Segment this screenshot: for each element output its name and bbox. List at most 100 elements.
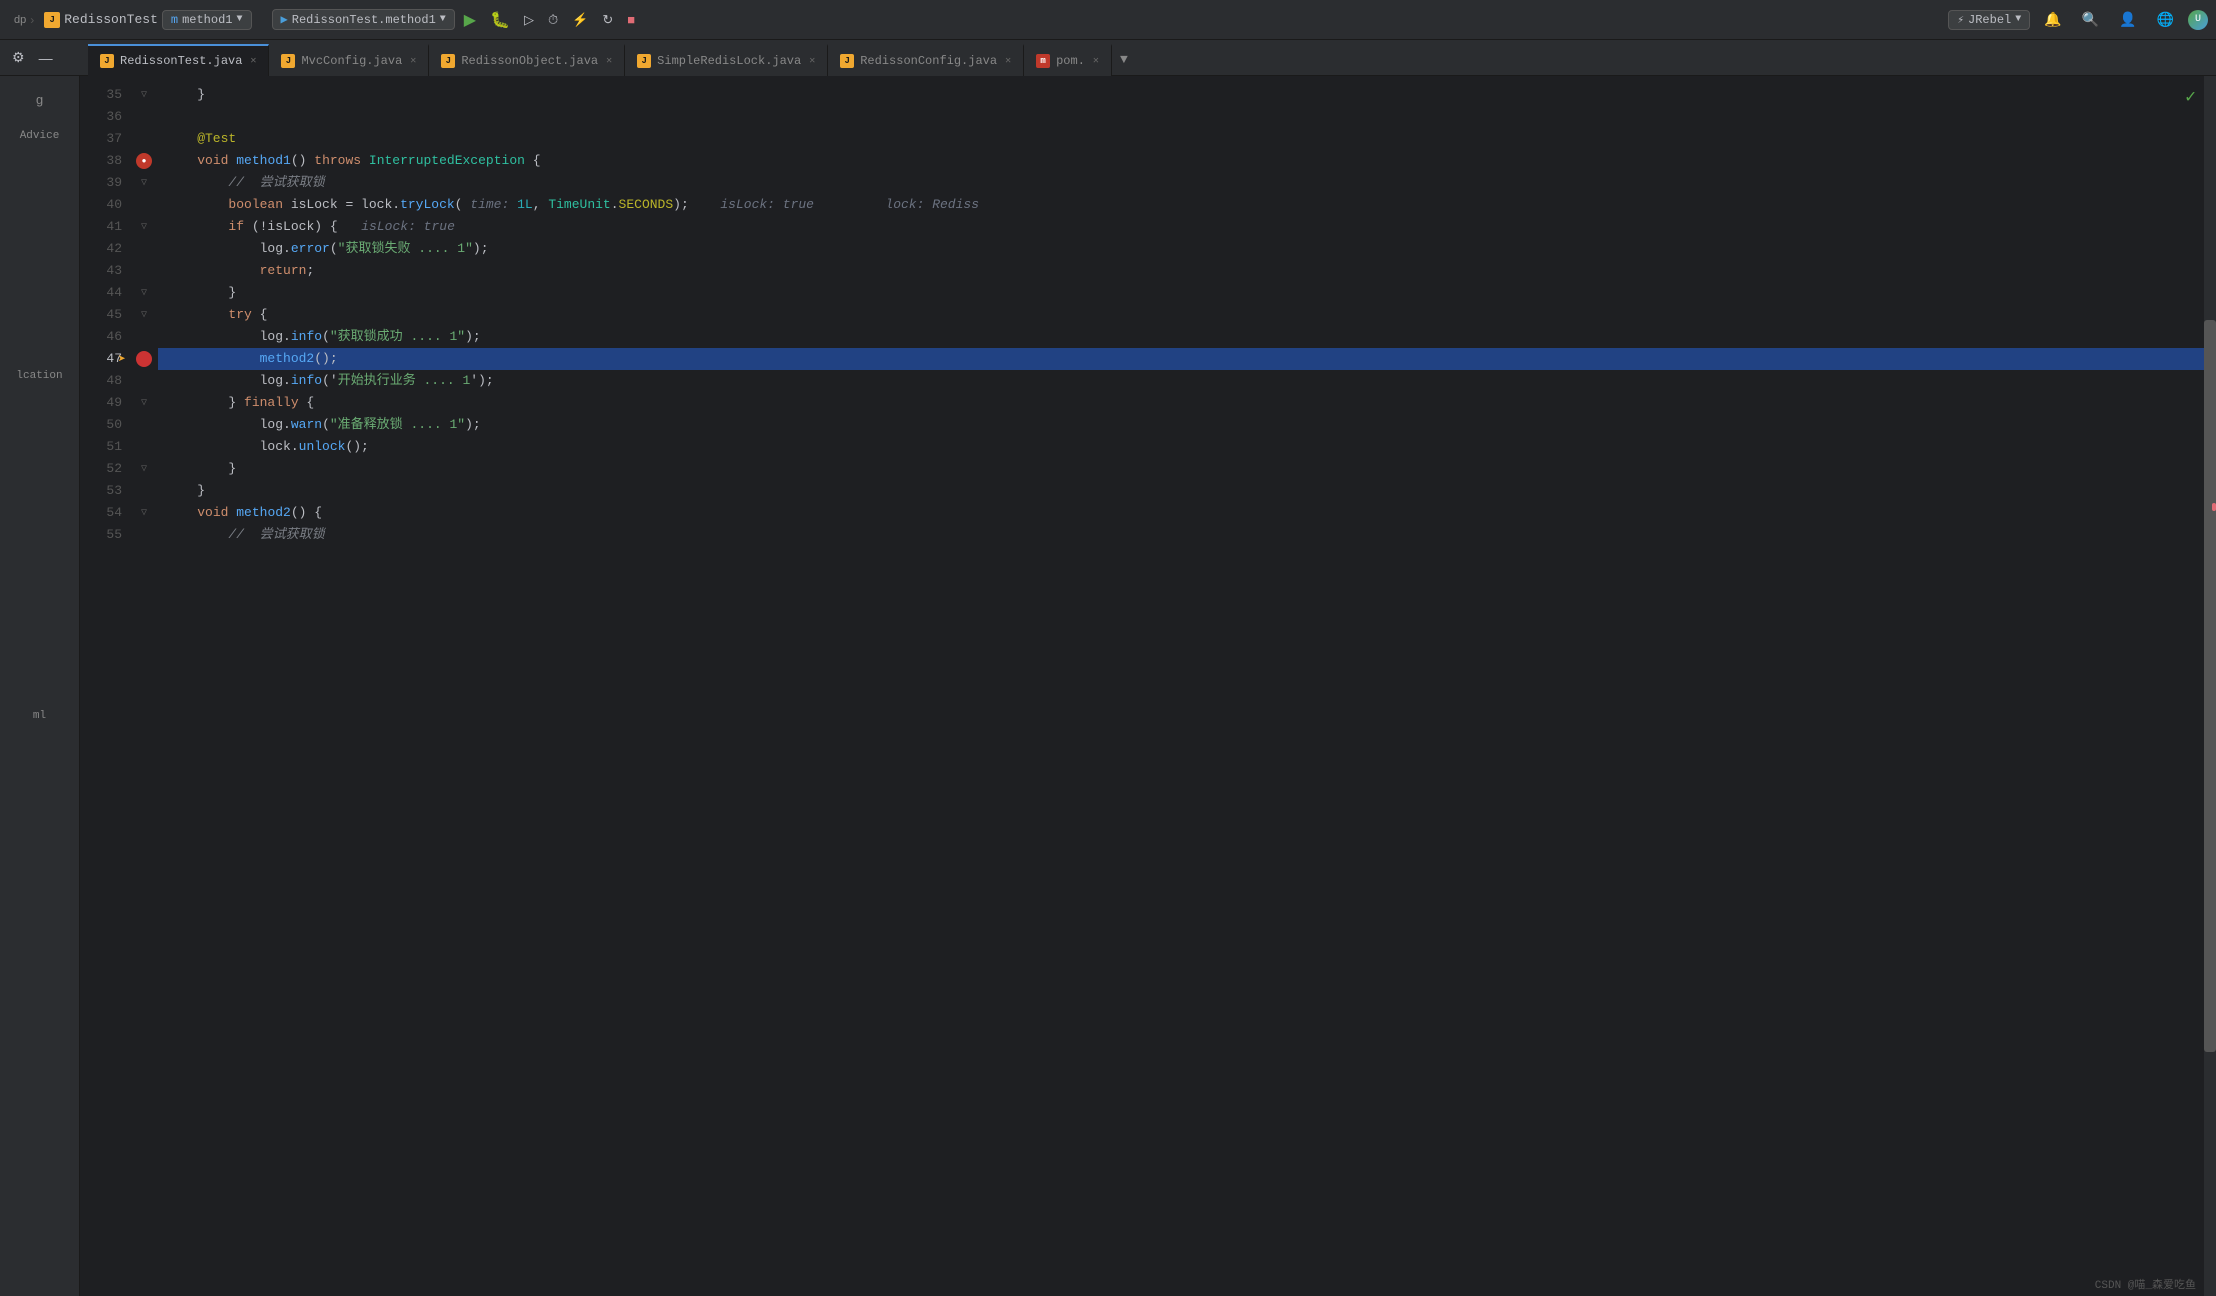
tab2-close-icon[interactable]: ✕ [410, 55, 416, 67]
gutter-40 [130, 194, 158, 216]
editor-area: 35 36 37 38 39 40 41 42 43 44 45 46 47 4… [80, 76, 2216, 1296]
code-line-55[interactable]: // 尝试获取锁 [158, 524, 2204, 546]
code-line-47[interactable]: method2 (); [158, 348, 2204, 370]
code-38-brace: { [525, 150, 541, 172]
sidebar-ml[interactable]: ml [10, 700, 70, 732]
code-47-parens: (); [314, 348, 337, 370]
fold-52[interactable]: ▽ [141, 463, 147, 475]
right-scrollbar[interactable] [2204, 76, 2216, 1296]
code-42-indent [166, 238, 260, 260]
translate-button[interactable]: 🌐 [2151, 8, 2180, 31]
debug-button[interactable]: 🐛 [485, 7, 515, 33]
tab-simpleredislock[interactable]: J SimpleRedisLock.java ✕ [625, 44, 828, 76]
sidebar-label4: ml [33, 710, 46, 722]
dropdown-arrow-icon: ▼ [237, 14, 243, 25]
gutter-49: ▽ [130, 392, 158, 414]
settings-button[interactable]: ⚙ [8, 47, 29, 68]
sidebar-advice[interactable]: Advice [10, 120, 70, 152]
run-button[interactable]: ▶ [459, 7, 481, 33]
code-40-1l: 1L [517, 194, 533, 216]
tab6-close-icon[interactable]: ✕ [1093, 55, 1099, 67]
stop-button[interactable]: ■ [622, 9, 640, 30]
fold-35[interactable]: ▽ [141, 89, 147, 101]
code-line-46[interactable]: log. info ( "获取锁成功 .... 1" ); [158, 326, 2204, 348]
code-line-44[interactable]: } [158, 282, 2204, 304]
code-line-50[interactable]: log. warn ( "准备释放锁 .... 1" ); [158, 414, 2204, 436]
java-icon-tab1: J [100, 54, 114, 68]
sidebar-label1: g [36, 93, 44, 108]
code-line-40[interactable]: boolean isLock = lock. tryLock ( time: 1… [158, 194, 2204, 216]
jrebel-icon: ⚡ [1957, 13, 1964, 27]
run-config-selector[interactable]: ▶ RedissonTest.method1 ▼ [272, 9, 455, 30]
notifications-button[interactable]: 🔔 [2038, 8, 2067, 31]
gutter: ▽ ● ▽ ▽ [130, 76, 158, 1296]
line-num-43: 43 [80, 260, 130, 282]
search-toolbar-button[interactable]: 🔍 [2076, 8, 2105, 31]
tab3-label: RedissonObject.java [461, 54, 598, 68]
tab5-close-icon[interactable]: ✕ [1005, 55, 1011, 67]
fold-54[interactable]: ▽ [141, 507, 147, 519]
code-line-41[interactable]: if (!isLock) { isLock: true [158, 216, 2204, 238]
code-53-content: } [166, 480, 205, 502]
code-46-indent [166, 326, 260, 348]
profile-icon-button[interactable]: 👤 [2113, 8, 2142, 31]
gutter-38[interactable]: ● [130, 150, 158, 172]
tabs-overflow-button[interactable]: ▼ [1112, 44, 1136, 76]
code-line-36[interactable] [158, 106, 2204, 128]
minimize-button[interactable]: — [35, 48, 57, 68]
fold-44[interactable]: ▽ [141, 287, 147, 299]
gutter-47[interactable]: ➤ [130, 348, 158, 370]
code-line-43[interactable]: return ; [158, 260, 2204, 282]
sidebar-location[interactable]: lcation [10, 360, 70, 392]
code-line-49[interactable]: } finally { [158, 392, 2204, 414]
fold-49[interactable]: ▽ [141, 397, 147, 409]
fold-39[interactable]: ▽ [141, 177, 147, 189]
sync-button[interactable]: ↻ [597, 9, 618, 31]
tab-redissonobject[interactable]: J RedissonObject.java ✕ [429, 44, 625, 76]
tab2-label: MvcConfig.java [301, 54, 402, 68]
tab1-close-icon[interactable]: ✕ [250, 55, 256, 67]
code-51-indent [166, 436, 260, 458]
run-config-label: RedissonTest.method1 [292, 13, 436, 27]
code-line-35[interactable]: } [158, 84, 2204, 106]
code-line-38[interactable]: void method1 () throws InterruptedExcept… [158, 150, 2204, 172]
run-with-coverage-button[interactable]: ▷ [519, 9, 539, 31]
breakpoint-47[interactable]: ➤ [136, 351, 152, 367]
code-line-48[interactable]: log. info ( ' 开始执行业务 .... 1 ' ); [158, 370, 2204, 392]
line-num-45: 45 [80, 304, 130, 326]
code-42-str: "获取锁失败 .... 1" [338, 238, 473, 260]
tab4-close-icon[interactable]: ✕ [809, 55, 815, 67]
code-line-53[interactable]: } [158, 480, 2204, 502]
code-line-52[interactable]: } [158, 458, 2204, 480]
code-36-content [166, 106, 174, 128]
top-toolbar: dp › J RedissonTest m method1 ▼ ▶ Rediss… [0, 0, 2216, 40]
line-num-38: 38 [80, 150, 130, 172]
tab-redissontest[interactable]: J RedissonTest.java ✕ [88, 44, 269, 76]
code-line-42[interactable]: log. error ( "获取锁失败 .... 1" ); [158, 238, 2204, 260]
line-num-42: 42 [80, 238, 130, 260]
code-48-log: log. [260, 370, 291, 392]
line-num-36: 36 [80, 106, 130, 128]
tab-pom[interactable]: m pom. ✕ [1024, 44, 1112, 76]
back-button[interactable]: dp › [8, 10, 40, 30]
tab-mvcconfig[interactable]: J MvcConfig.java ✕ [269, 44, 429, 76]
fold-41[interactable]: ▽ [141, 221, 147, 233]
breakpoint-38[interactable]: ● [136, 153, 152, 169]
profile-button[interactable]: ⏱ [543, 9, 563, 31]
fold-45[interactable]: ▽ [141, 309, 147, 321]
line-num-54: 54 [80, 502, 130, 524]
sidebar-g-label: g [10, 84, 70, 116]
build-button[interactable]: ⚡ [567, 9, 593, 31]
code-line-51[interactable]: lock. unlock (); [158, 436, 2204, 458]
code-50-log: log. [260, 414, 291, 436]
code-line-39[interactable]: // 尝试获取锁 [158, 172, 2204, 194]
user-avatar[interactable]: U [2188, 10, 2208, 30]
code-line-54[interactable]: void method2 () { [158, 502, 2204, 524]
code-line-45[interactable]: try { [158, 304, 2204, 326]
tab-redissonconfig[interactable]: J RedissonConfig.java ✕ [828, 44, 1024, 76]
jrebel-selector[interactable]: ⚡ JRebel ▼ [1948, 10, 2030, 30]
method-selector[interactable]: m method1 ▼ [162, 10, 252, 30]
line-num-51: 51 [80, 436, 130, 458]
code-line-37[interactable]: @Test [158, 128, 2204, 150]
tab3-close-icon[interactable]: ✕ [606, 55, 612, 67]
